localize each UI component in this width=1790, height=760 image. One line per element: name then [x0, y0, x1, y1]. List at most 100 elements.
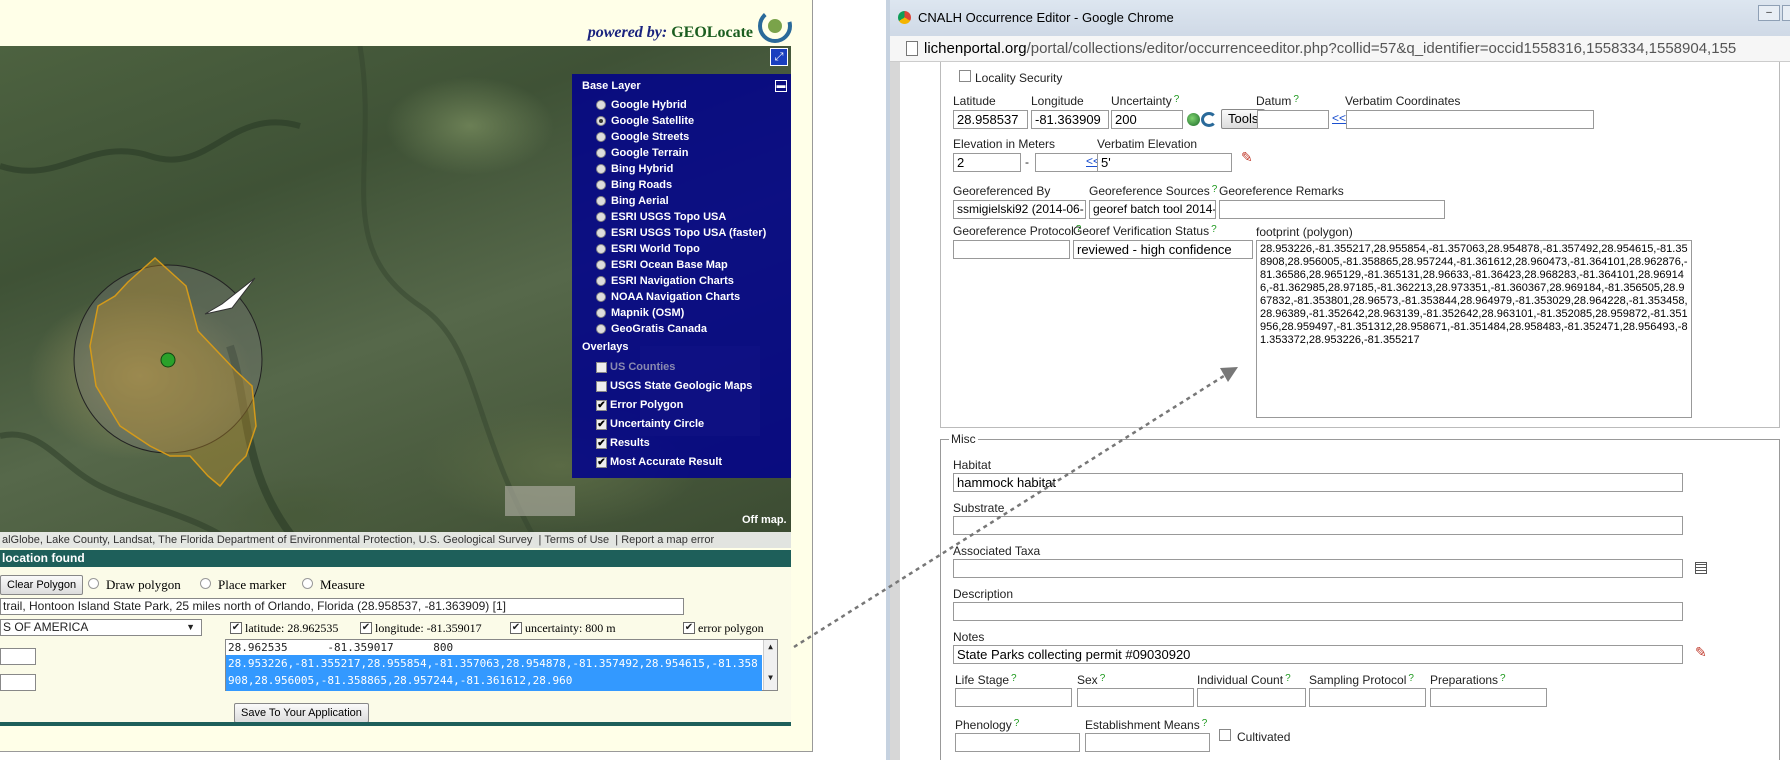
minimize-panel-icon[interactable]: ▬ [775, 80, 787, 92]
latitude-checkbox[interactable]: ✔ [230, 622, 242, 634]
base-layer-option[interactable]: Bing Hybrid [582, 161, 781, 177]
verbatim-coordinates-input[interactable] [1346, 110, 1594, 129]
base-layer-option[interactable]: ESRI World Topo [582, 241, 781, 257]
base-layer-option[interactable]: Google Satellite [582, 113, 781, 129]
base-layer-option[interactable]: Google Streets [582, 129, 781, 145]
overlay-label: USGS State Geologic Maps [610, 380, 753, 392]
longitude-checkbox[interactable]: ✔ [360, 622, 372, 634]
base-layer-option[interactable]: Google Terrain [582, 145, 781, 161]
terms-link[interactable]: Terms of Use [544, 534, 609, 546]
base-layer-option[interactable]: Bing Roads [582, 177, 781, 193]
result-select[interactable]: trail, Hontoon Island State Park, 25 mil… [0, 598, 684, 615]
draw-polygon-radio[interactable] [88, 578, 99, 589]
substrate-input[interactable] [953, 516, 1683, 535]
address-bar[interactable]: lichenportal.org/portal/collections/edit… [890, 36, 1790, 62]
overlay-checkbox[interactable]: ✔ [596, 400, 607, 411]
maximize-icon[interactable]: □ [1782, 5, 1790, 21]
edit-pencil-icon[interactable]: ✎ [1241, 149, 1253, 166]
uncertainty-input[interactable]: 200 [1111, 110, 1183, 129]
error-polygon-checkbox[interactable]: ✔ [683, 622, 695, 634]
measure-radio[interactable] [302, 578, 313, 589]
base-layer-radio[interactable] [596, 148, 606, 158]
latitude-input[interactable]: 28.958537 [953, 110, 1028, 129]
edit-pencil-icon[interactable]: ✎ [1695, 644, 1707, 661]
base-layer-option[interactable]: ESRI USGS Topo USA (faster) [582, 225, 781, 241]
overlay-option[interactable]: ✔ Uncertainty Circle [582, 415, 781, 434]
base-layer-radio[interactable] [596, 324, 606, 334]
coordinate-output-textarea[interactable]: 28.962535 -81.359017 800 28.953226,-81.3… [225, 639, 778, 691]
base-layer-option[interactable]: Mapnik (OSM) [582, 305, 781, 321]
overlay-option[interactable]: ✔ Results [582, 434, 781, 453]
base-layer-option[interactable]: ESRI Ocean Base Map [582, 257, 781, 273]
overlay-option[interactable]: ✔ Error Polygon [582, 396, 781, 415]
save-to-application-button[interactable]: Save To Your Application [234, 703, 369, 723]
georeference-remarks-input[interactable] [1219, 200, 1445, 219]
base-layer-radio[interactable] [596, 164, 606, 174]
help-icon: ? [1285, 673, 1291, 684]
description-input[interactable] [953, 602, 1683, 621]
base-layer-radio[interactable] [596, 292, 606, 302]
base-layer-radio[interactable] [596, 244, 606, 254]
footprint-textarea[interactable]: 28.953226,-81.355217,28.955854,-81.35706… [1256, 240, 1692, 418]
base-layer-option[interactable]: ESRI Navigation Charts [582, 273, 781, 289]
base-layer-radio[interactable] [596, 260, 606, 270]
uncertainty-checkbox[interactable]: ✔ [510, 622, 522, 634]
small-field-1[interactable] [0, 648, 36, 665]
taxa-table-icon[interactable] [1695, 562, 1707, 574]
base-layer-option[interactable]: GeoGratis Canada [582, 321, 781, 337]
overlay-checkbox[interactable] [596, 381, 607, 392]
datum-input[interactable] [1257, 110, 1329, 129]
overlay-option: US Counties [582, 358, 781, 377]
elevation-min-input[interactable]: 2 [953, 153, 1021, 172]
georeference-sources-input[interactable]: georef batch tool 2014- [1089, 200, 1216, 219]
overlay-option[interactable]: USGS State Geologic Maps [582, 377, 781, 396]
base-layer-option[interactable]: NOAA Navigation Charts [582, 289, 781, 305]
georef-verification-select[interactable]: reviewed - high confidence [1073, 240, 1253, 259]
base-layer-radio[interactable] [596, 212, 606, 222]
country-select[interactable]: S OF AMERICA ▼ [0, 619, 202, 636]
minimize-icon[interactable]: – [1758, 5, 1780, 21]
copy-verbatim-link[interactable]: << [1332, 111, 1346, 125]
life-stage-input[interactable] [955, 688, 1072, 707]
report-map-error-link[interactable]: Report a map error [621, 534, 714, 546]
preparations-input[interactable] [1430, 688, 1547, 707]
base-layer-option[interactable]: Google Hybrid [582, 97, 781, 113]
locality-security-checkbox[interactable] [959, 70, 971, 82]
base-layer-radio[interactable] [596, 180, 606, 190]
textarea-scrollbar[interactable]: ▲ ▼ [763, 640, 777, 690]
base-layer-radio[interactable] [596, 100, 606, 110]
georeference-protocol-input[interactable] [953, 240, 1070, 259]
sex-input[interactable] [1077, 688, 1194, 707]
longitude-label: longitude: -81.359017 [375, 621, 482, 635]
base-layer-radio[interactable] [596, 196, 606, 206]
clear-polygon-button[interactable]: Clear Polygon [0, 575, 84, 595]
longitude-input[interactable]: -81.363909 [1031, 110, 1109, 129]
associated-taxa-input[interactable] [953, 559, 1683, 578]
base-layer-radio[interactable] [596, 116, 606, 126]
overlay-checkbox[interactable]: ✔ [596, 438, 607, 449]
sampling-protocol-input[interactable] [1309, 688, 1426, 707]
establishment-means-input[interactable] [1085, 733, 1210, 752]
overlay-checkbox[interactable]: ✔ [596, 419, 607, 430]
overlay-checkbox[interactable]: ✔ [596, 457, 607, 468]
base-layer-radio[interactable] [596, 276, 606, 286]
base-layer-option[interactable]: ESRI USGS Topo USA [582, 209, 781, 225]
notes-input[interactable]: State Parks collecting permit #09030920 [953, 645, 1683, 664]
small-field-2[interactable] [0, 674, 36, 691]
individual-count-input[interactable] [1197, 688, 1306, 707]
base-layer-option[interactable]: Bing Aerial [582, 193, 781, 209]
map-view[interactable]: ⤢ ▬ Base Layer Google Hybrid Google Satel… [0, 46, 791, 548]
globe-icon[interactable] [1187, 113, 1200, 126]
map-expand-icon[interactable]: ⤢ [770, 48, 788, 66]
cultivated-checkbox[interactable] [1219, 729, 1231, 741]
base-layer-radio[interactable] [596, 228, 606, 238]
overlay-option[interactable]: ✔ Most Accurate Result [582, 453, 781, 472]
phenology-input[interactable] [955, 733, 1080, 752]
base-layer-radio[interactable] [596, 308, 606, 318]
verbatim-elevation-input[interactable]: 5' [1097, 153, 1232, 172]
habitat-input[interactable]: hammock habitat [953, 473, 1683, 492]
base-layer-radio[interactable] [596, 132, 606, 142]
geolocate-icon[interactable] [1201, 112, 1217, 127]
georeferenced-by-input[interactable]: ssmigielski92 (2014-06- [953, 200, 1086, 219]
place-marker-radio[interactable] [200, 578, 211, 589]
